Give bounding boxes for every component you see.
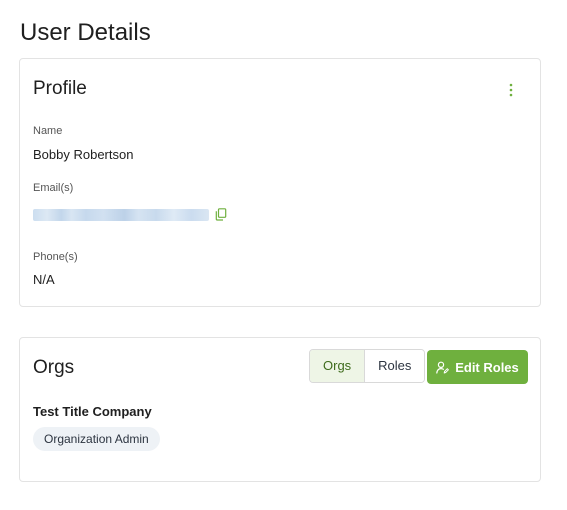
- orgs-roles-toggle: Orgs Roles: [309, 349, 426, 383]
- phone-label: Phone(s): [33, 251, 78, 263]
- role-chip: Organization Admin: [33, 427, 160, 451]
- orgs-card: Orgs Orgs Roles Edit Roles Test Title Co…: [19, 337, 541, 482]
- name-label: Name: [33, 125, 63, 137]
- tab-roles[interactable]: Roles: [365, 350, 425, 382]
- profile-card: Profile Name Bobby Robertson Email(s) Ph…: [19, 58, 541, 307]
- email-label: Email(s): [33, 182, 74, 194]
- kebab-menu-icon[interactable]: [506, 82, 516, 98]
- edit-roles-label: Edit Roles: [455, 359, 519, 375]
- email-value-redacted: [33, 209, 209, 221]
- org-name: Test Title Company: [33, 404, 152, 419]
- edit-roles-button[interactable]: Edit Roles: [427, 350, 528, 384]
- user-edit-icon: [436, 361, 450, 374]
- copy-icon[interactable]: [215, 208, 227, 221]
- name-value: Bobby Robertson: [33, 147, 134, 162]
- tab-orgs[interactable]: Orgs: [310, 350, 366, 382]
- orgs-title: Orgs: [33, 357, 75, 378]
- phone-value: N/A: [33, 272, 55, 287]
- email-row: [33, 207, 233, 223]
- profile-title: Profile: [33, 78, 87, 99]
- page-title: User Details: [20, 19, 151, 46]
- user-details-page: User Details Profile Name Bobby Robertso…: [0, 0, 567, 510]
